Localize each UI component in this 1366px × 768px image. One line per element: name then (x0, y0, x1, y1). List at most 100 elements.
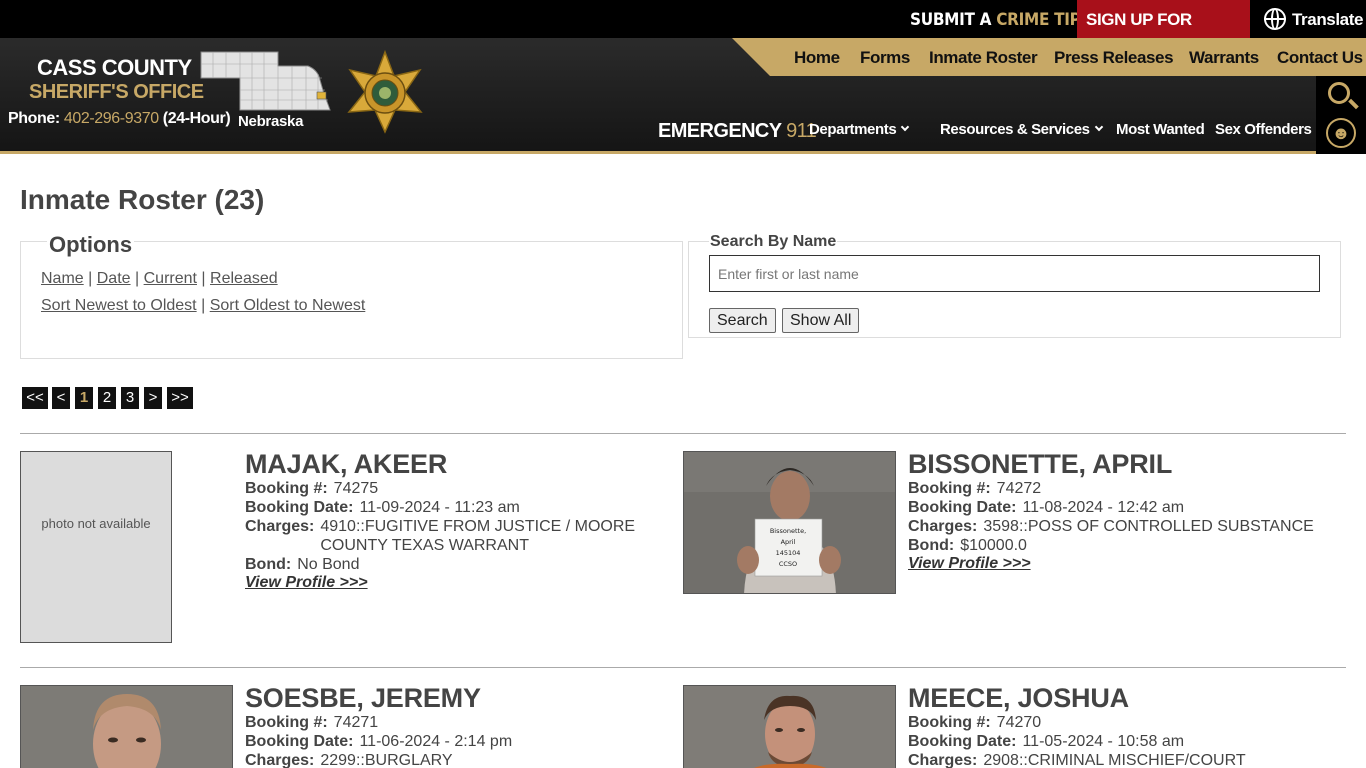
booking-date: 11-08-2024 - 12:42 am (1022, 499, 1185, 516)
view-profile-link[interactable]: View Profile >>> (908, 555, 1031, 573)
page-1-button[interactable]: 1 (75, 387, 93, 409)
inmate-photo[interactable]: Bissonette, April 145104 CCSO (683, 451, 896, 594)
booking-number: 74270 (996, 714, 1042, 731)
charges-line: COUNTY TEXAS WARRANT (320, 537, 529, 554)
filter-released-link[interactable]: Released (210, 270, 278, 287)
charges-field: Charges: 2908::CRIMINAL MISCHIEF/COURT (908, 751, 1246, 768)
mugshot-image (684, 686, 895, 768)
translate-button[interactable]: Translate (1264, 0, 1363, 38)
booking-number-field: Booking #: 74271 (245, 713, 378, 732)
filter-date-link[interactable]: Date (97, 270, 131, 287)
page-2-button[interactable]: 2 (98, 387, 116, 409)
utility-bar: SUBMIT A CRIME TIP SIGN UP FOR ALERTS Tr… (0, 0, 1366, 69)
bond-field: Bond: No Bond (245, 555, 359, 574)
page-next-button[interactable]: > (144, 387, 162, 409)
charges-field: Charges: 4910::FUGITIVE FROM JUSTICE / MO… (245, 517, 635, 555)
separator: | (135, 270, 140, 287)
nav-forms[interactable]: Forms (860, 38, 910, 76)
filter-current-link[interactable]: Current (144, 270, 197, 287)
inmate-photo[interactable] (20, 685, 233, 768)
booking-number-field: Booking #: 74272 (908, 479, 1041, 498)
nav-contact-us[interactable]: Contact Us (1277, 38, 1363, 76)
nav-warrants[interactable]: Warrants (1189, 38, 1259, 76)
booking-date-field: Booking Date: 11-05-2024 - 10:58 am (908, 732, 1184, 751)
sign-text: 145104 (776, 549, 801, 557)
nav-sex-offenders[interactable]: Sex Offenders (1215, 121, 1312, 138)
page-3-button[interactable]: 3 (121, 387, 139, 409)
nav-home[interactable]: Home (794, 38, 840, 76)
main-nav: Home Forms Inmate Roster Press Releases … (732, 38, 1366, 76)
nav-most-wanted[interactable]: Most Wanted (1116, 121, 1205, 138)
nav-inmate-roster[interactable]: Inmate Roster (929, 38, 1038, 76)
separator: | (88, 270, 93, 287)
charges-field: Charges: 3598::POSS OF CONTROLLED SUBSTAN… (908, 517, 1314, 536)
show-all-button[interactable]: Show All (782, 308, 860, 333)
search-input[interactable] (709, 255, 1320, 292)
sort-oldest-link[interactable]: Sort Oldest to Newest (210, 297, 366, 314)
inmate-name[interactable]: BISSONETTE, APRIL (908, 449, 1172, 480)
accessibility-icon[interactable]: ☻ (1326, 118, 1356, 148)
options-legend: Options (47, 232, 135, 258)
booking-number-field: Booking #: 74270 (908, 713, 1041, 732)
page-first-button[interactable]: << (22, 387, 48, 409)
field-label: Booking Date: (245, 733, 354, 750)
nav-resources-services[interactable]: Resources & Services (940, 121, 1103, 138)
nav-resources-label: Resources & Services (940, 121, 1090, 138)
search-button[interactable]: Search (709, 308, 776, 333)
field-label: Charges: (245, 518, 315, 535)
brand-name[interactable]: CASS COUNTY (37, 55, 192, 81)
divider (20, 667, 1346, 668)
field-label: Booking #: (908, 480, 991, 497)
globe-icon (1264, 8, 1286, 30)
page-last-button[interactable]: >> (167, 387, 193, 409)
crime-tip-prefix: SUBMIT A (910, 10, 992, 30)
booking-date: 11-05-2024 - 10:58 am (1022, 733, 1185, 750)
charges-value: 4910::FUGITIVE FROM JUSTICE / MOORECOUNT… (320, 517, 635, 555)
chevron-down-icon (901, 122, 910, 132)
phone-hours: (24-Hour) (162, 110, 231, 127)
field-label: Booking #: (908, 714, 991, 731)
field-label: Booking Date: (245, 499, 354, 516)
booking-number: 74271 (333, 714, 379, 731)
charges-value: 2299::BURGLARY (320, 752, 453, 768)
site-header: CASS COUNTY SHERIFF'S OFFICE Phone: 402-… (0, 38, 1366, 154)
mugshot-image (21, 686, 232, 768)
separator: | (201, 270, 206, 287)
inmate-name[interactable]: MEECE, JOSHUA (908, 683, 1129, 714)
search-icon[interactable] (1328, 82, 1350, 104)
filter-name-link[interactable]: Name (41, 270, 84, 287)
field-label: Booking Date: (908, 499, 1017, 516)
nav-departments[interactable]: Departments (809, 121, 910, 138)
inmate-name[interactable]: SOESBE, JEREMY (245, 683, 481, 714)
charges-line: 4910::FUGITIVE FROM JUSTICE / MOORE (320, 518, 636, 535)
translate-label: Translate (1292, 10, 1364, 29)
booking-date: 11-09-2024 - 11:23 am (359, 499, 520, 516)
booking-date-field: Booking Date: 11-09-2024 - 11:23 am (245, 498, 520, 517)
phone-line: Phone: 402-296-9370 (24-Hour) (8, 110, 231, 128)
alerts-signup-button[interactable]: SIGN UP FOR ALERTS (1077, 0, 1250, 69)
charges-value: 2908::CRIMINAL MISCHIEF/COURT (983, 752, 1246, 768)
page-prev-button[interactable]: < (52, 387, 70, 409)
booking-number: 74272 (996, 480, 1042, 497)
chevron-down-icon (1094, 122, 1103, 132)
booking-number-field: Booking #: 74275 (245, 479, 378, 498)
bond-value: No Bond (297, 556, 360, 573)
charges-field: Charges: 2299::BURGLARY (245, 751, 453, 768)
sheriff-star-badge-logo (347, 50, 423, 134)
phone-label: Phone: (8, 110, 60, 127)
phone-number-link[interactable]: 402-296-9370 (64, 110, 159, 127)
inmate-name[interactable]: MAJAK, AKEER (245, 449, 447, 480)
nebraska-map-icon (200, 51, 331, 111)
bond-value: $10000.0 (960, 537, 1027, 554)
page-title: Inmate Roster (23) (20, 184, 265, 215)
crime-tip-link[interactable]: SUBMIT A CRIME TIP (910, 0, 1095, 38)
view-profile-link[interactable]: View Profile >>> (245, 574, 368, 592)
nav-press-releases[interactable]: Press Releases (1054, 38, 1174, 76)
sort-newest-link[interactable]: Sort Newest to Oldest (41, 297, 197, 314)
brand-subtitle[interactable]: SHERIFF'S OFFICE (29, 81, 204, 104)
emergency-label: EMERGENCY (658, 120, 782, 142)
nav-departments-label: Departments (809, 121, 897, 138)
inmate-photo[interactable]: photo not available (20, 451, 172, 643)
inmate-photo[interactable] (683, 685, 896, 768)
booking-date-field: Booking Date: 11-06-2024 - 2:14 pm (245, 732, 512, 751)
